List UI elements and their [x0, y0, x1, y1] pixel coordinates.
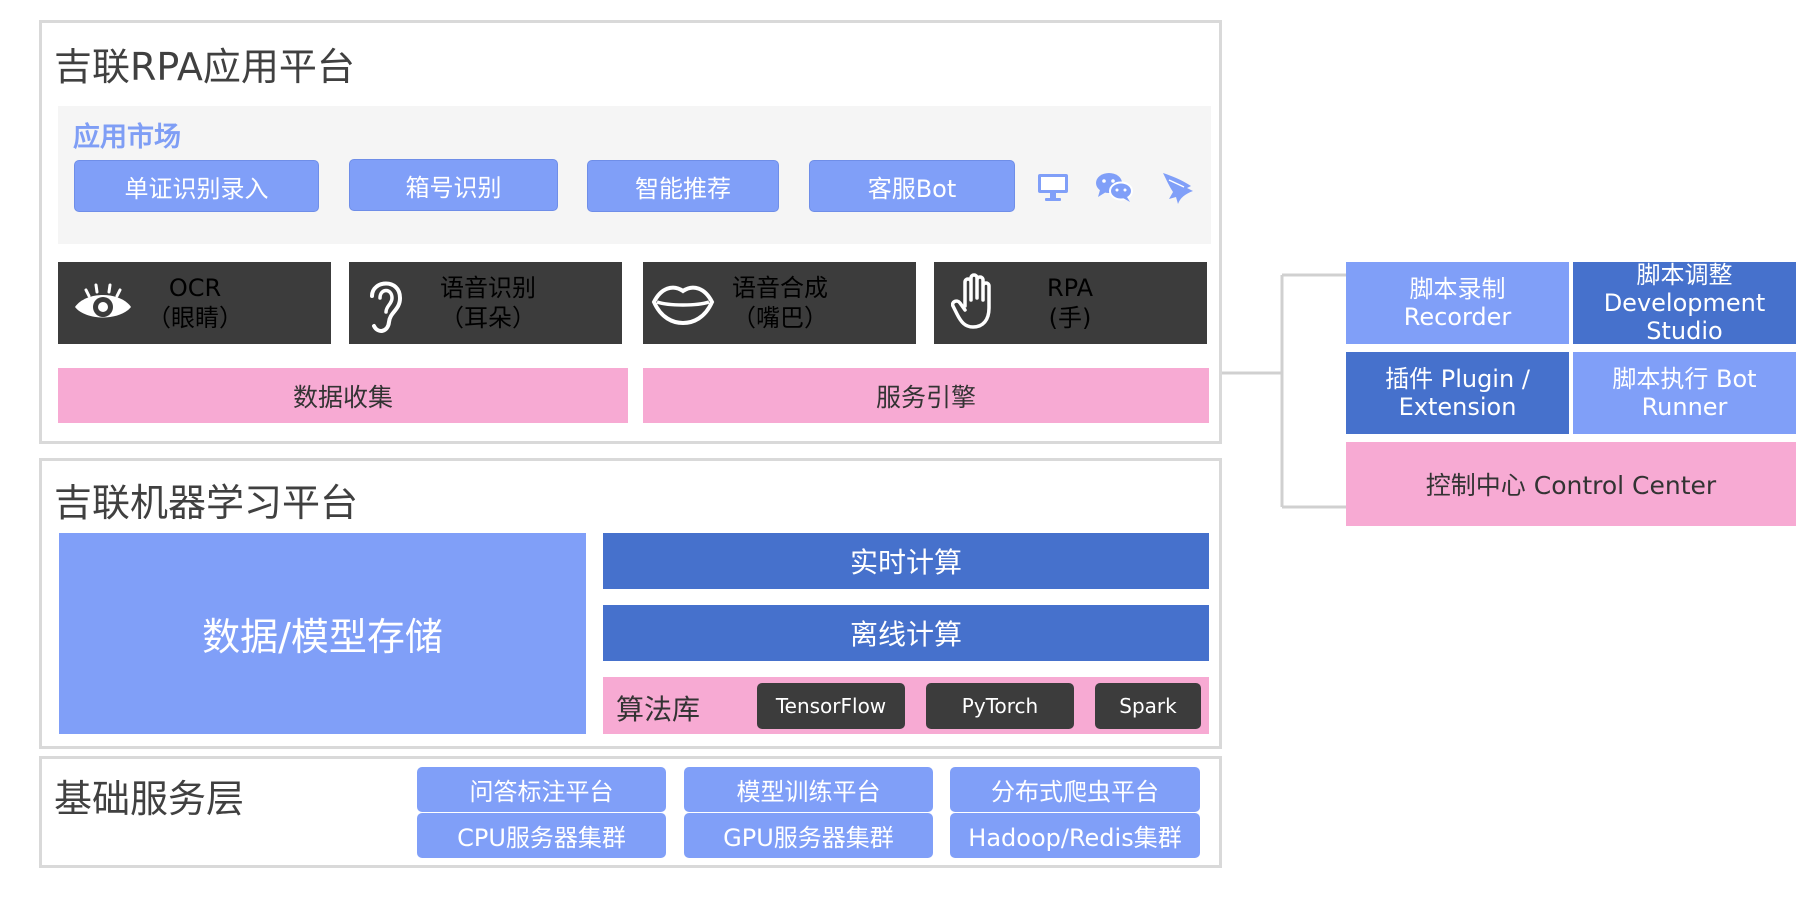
capability-name: 语音合成 [732, 274, 828, 302]
gpu-server-cluster[interactable]: GPU服务器集群 [684, 813, 933, 858]
hadoop-redis-cluster[interactable]: Hadoop/Redis集群 [950, 813, 1200, 858]
plugin-line-2: Extension [1398, 393, 1517, 421]
capability-label-speech-synthesis: 语音合成 （嘴巴） [710, 273, 850, 333]
bird-icon[interactable] [1160, 170, 1196, 206]
capability-name: 语音识别 [440, 274, 536, 302]
capability-name: RPA [1046, 274, 1094, 302]
lips-icon [651, 285, 715, 326]
bot-runner-block: 脚本执行 Bot Runner [1573, 352, 1796, 434]
capability-label-speech-recognition: 语音识别 （耳朵） [418, 273, 558, 333]
monitor-icon[interactable] [1036, 172, 1070, 202]
plugin-extension-block: 插件 Plugin / Extension [1346, 352, 1569, 434]
connector-bracket [1222, 273, 1347, 509]
app-market-title: 应用市场 [73, 122, 181, 153]
data-collection-bar: 数据收集 [58, 368, 628, 423]
distributed-crawler-platform[interactable]: 分布式爬虫平台 [950, 767, 1200, 812]
capability-organ: （嘴巴） [732, 304, 828, 332]
algo-spark[interactable]: Spark [1095, 683, 1201, 729]
ml-platform-title: 吉联机器学习平台 [54, 481, 359, 525]
development-studio-block: 脚本调整 Development Studio [1573, 261, 1796, 345]
capability-organ: (手) [1048, 304, 1092, 332]
service-engine-bar: 服务引擎 [643, 368, 1209, 423]
base-service-title: 基础服务层 [54, 777, 245, 821]
runner-line-2: Runner [1641, 393, 1728, 421]
capability-organ: （耳朵） [440, 304, 536, 332]
wechat-icon[interactable] [1094, 170, 1134, 204]
plugin-line-1: 插件 Plugin / [1385, 365, 1530, 393]
algo-pytorch[interactable]: PyTorch [926, 683, 1074, 729]
control-center-block: 控制中心 Control Center [1346, 442, 1796, 526]
model-training-platform[interactable]: 模型训练平台 [684, 767, 933, 812]
capability-label-rpa: RPA (手) [1020, 273, 1120, 333]
app-button-document-recognition[interactable]: 单证识别录入 [74, 160, 319, 212]
capability-name: OCR [168, 274, 222, 302]
recorder-en: Recorder [1403, 303, 1512, 331]
recorder-cn: 脚本录制 [1409, 275, 1506, 303]
studio-en-1: Development [1603, 289, 1766, 317]
script-recorder-block: 脚本录制 Recorder [1346, 262, 1569, 344]
studio-en-2: Studio [1646, 317, 1723, 345]
capability-organ: （眼睛） [147, 304, 243, 332]
qa-annotation-platform[interactable]: 问答标注平台 [417, 767, 666, 812]
cpu-server-cluster[interactable]: CPU服务器集群 [417, 813, 666, 858]
ear-icon [370, 281, 403, 333]
runner-line-1: 脚本执行 Bot [1612, 365, 1757, 393]
realtime-compute-bar: 实时计算 [603, 533, 1209, 589]
capability-label-ocr: OCR （眼睛） [145, 273, 245, 333]
app-button-container-number[interactable]: 箱号识别 [349, 159, 558, 211]
hand-icon [951, 273, 991, 329]
offline-compute-bar: 离线计算 [603, 605, 1209, 661]
eye-icon [75, 283, 131, 318]
data-model-storage-block: 数据/模型存储 [59, 533, 586, 734]
app-button-service-bot[interactable]: 客服Bot [809, 160, 1015, 212]
rpa-platform-title: 吉联RPA应用平台 [54, 45, 355, 89]
studio-cn: 脚本调整 [1636, 261, 1733, 289]
algo-tensorflow[interactable]: TensorFlow [757, 683, 905, 729]
app-button-smart-recommend[interactable]: 智能推荐 [587, 160, 779, 212]
algorithm-library-label: 算法库 [616, 693, 701, 726]
